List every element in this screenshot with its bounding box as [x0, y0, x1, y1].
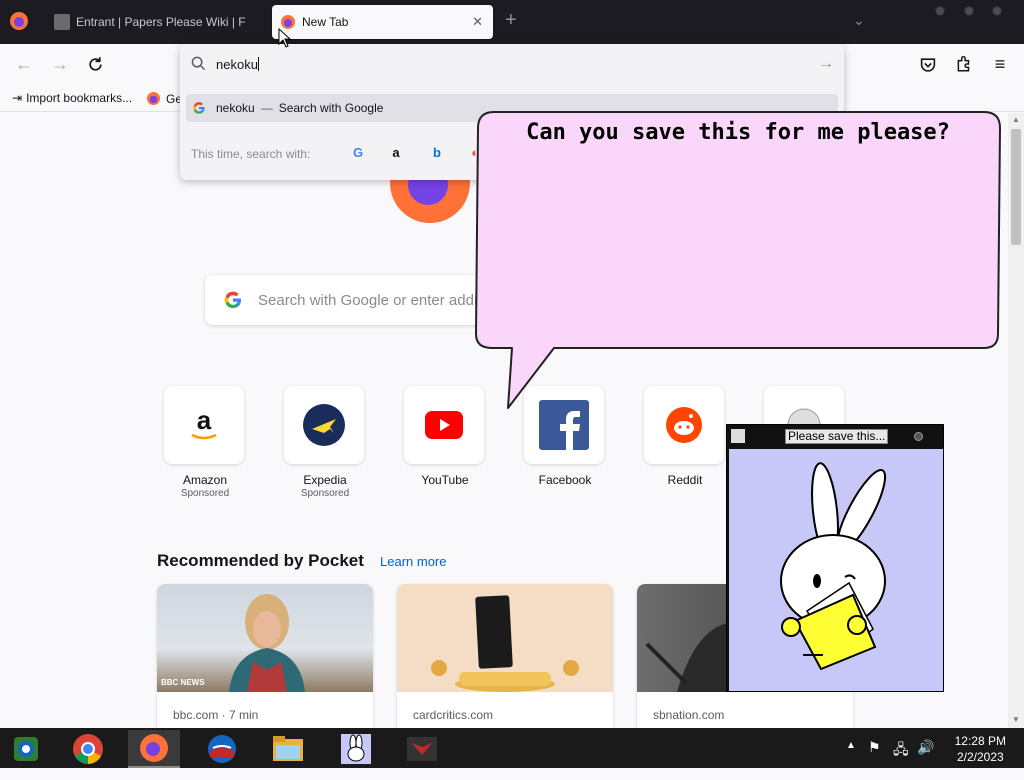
- minimize-window-button[interactable]: [935, 6, 945, 16]
- search-placeholder: Search with Google or enter addr: [258, 292, 479, 309]
- tile-name: Facebook: [538, 473, 592, 487]
- import-bookmarks-item[interactable]: ⇥ Import bookmarks...: [12, 91, 132, 105]
- game-app-icon: [407, 737, 437, 761]
- search-icon: [191, 56, 206, 71]
- pocket-learn-more-link[interactable]: Learn more: [380, 554, 446, 569]
- back-arrow-icon[interactable]: ←: [14, 54, 34, 74]
- forward-arrow-icon[interactable]: →: [50, 54, 70, 74]
- os-taskbar: ▲ ⚑ 🖧 🔊 12:28 PM 2/2/2023: [0, 728, 1024, 768]
- tile-name: Amazon: [182, 473, 228, 487]
- scroll-down-arrow-icon[interactable]: ▼: [1012, 715, 1020, 724]
- pocket-card-source: sbnation.com: [653, 708, 725, 722]
- expedia-logo-icon: [303, 404, 345, 446]
- taskbar-file-manager[interactable]: [262, 730, 314, 768]
- one-off-search-label: This time, search with:: [191, 147, 311, 161]
- desktop-pet-window[interactable]: Please save this...: [726, 424, 944, 692]
- pet-window-body: [729, 449, 943, 691]
- svg-text:a: a: [197, 405, 212, 435]
- bunny-app-icon: [731, 429, 745, 443]
- tile-name: Reddit: [667, 473, 703, 487]
- pocket-card[interactable]: cardcritics.com: [397, 584, 613, 728]
- bookmark-label: Import bookmarks...: [26, 91, 133, 105]
- close-tab-icon[interactable]: ✕: [472, 14, 483, 30]
- chrome-icon: [73, 734, 103, 764]
- close-window-button[interactable]: [992, 6, 1002, 16]
- top-site-expedia[interactable]: Expedia Sponsored: [284, 386, 366, 499]
- tab-title: New Tab: [302, 15, 349, 29]
- tab-title: Entrant | Papers Please Wiki | F: [76, 15, 246, 29]
- hamburger-menu-icon[interactable]: ≡: [990, 54, 1010, 74]
- tile-sponsored-label: Sponsored: [300, 488, 350, 499]
- scrollbar-thumb[interactable]: [1011, 129, 1021, 245]
- url-input[interactable]: nekoku: [216, 57, 259, 72]
- tab-new-tab[interactable]: New Tab ✕: [272, 5, 493, 39]
- pocket-card-image: BBC NEWS: [157, 584, 373, 692]
- google-engine-icon[interactable]: G: [350, 145, 366, 161]
- clock-time: 12:28 PM: [954, 734, 1006, 748]
- youtube-logo-icon: [425, 411, 463, 439]
- bookmark-getting-started[interactable]: Ge: [146, 91, 182, 106]
- pocket-card-source: cardcritics.com: [413, 708, 494, 722]
- pocket-card-image: [397, 584, 613, 692]
- tab-strip: Entrant | Papers Please Wiki | F New Tab…: [0, 0, 1024, 44]
- bing-engine-icon[interactable]: b: [429, 145, 445, 161]
- text-caret: [257, 57, 259, 71]
- clock-date: 2/2/2023: [956, 750, 1004, 764]
- taskbar-chrome[interactable]: [62, 730, 114, 768]
- suggestion-separator: —: [260, 101, 273, 115]
- new-tab-plus-icon[interactable]: +: [505, 10, 517, 30]
- pocket-card-source: bbc.com · 7 min: [173, 708, 259, 722]
- taskbar-bunny-app[interactable]: [330, 730, 382, 768]
- volume-icon[interactable]: 🔊: [917, 739, 934, 779]
- import-icon: ⇥: [12, 91, 23, 105]
- taskbar-game-app[interactable]: [396, 730, 448, 768]
- tab-papers-please[interactable]: Entrant | Papers Please Wiki | F: [44, 5, 266, 39]
- url-input-text: nekoku: [216, 57, 258, 72]
- notification-flag-icon[interactable]: ⚑: [868, 739, 881, 779]
- suggestion-action: Search with Google: [278, 101, 384, 115]
- chromeos-launcher-icon: [14, 737, 38, 761]
- pet-window-title: Please save this...: [785, 429, 889, 444]
- taskbar-firefox[interactable]: [128, 730, 180, 768]
- taskbar-app-globe[interactable]: [196, 730, 248, 768]
- network-icon[interactable]: 🖧: [893, 739, 909, 779]
- list-all-tabs-chevron-icon[interactable]: ⌄: [853, 12, 865, 29]
- papers-please-favicon-icon: [54, 14, 70, 30]
- tile-name: Expedia: [303, 473, 347, 487]
- speech-bubble-shape: [475, 111, 1001, 409]
- taskbar-clock[interactable]: 12:28 PM 2/2/2023: [955, 733, 1006, 765]
- folder-icon: [273, 736, 303, 761]
- firefox-favicon-icon: [146, 91, 161, 106]
- go-arrow-icon[interactable]: →: [818, 55, 834, 73]
- bunny-app-icon: [341, 734, 371, 764]
- top-site-amazon[interactable]: a Amazon Sponsored: [164, 386, 246, 499]
- extensions-puzzle-icon[interactable]: [955, 55, 973, 73]
- google-icon: [193, 102, 205, 114]
- firefox-menu-icon[interactable]: [8, 10, 30, 32]
- page-scrollbar[interactable]: ▲ ▼: [1008, 113, 1024, 728]
- bunny-holding-folder-image[interactable]: [729, 449, 943, 691]
- pocket-icon[interactable]: [919, 56, 937, 73]
- amazon-engine-icon[interactable]: a: [388, 145, 404, 161]
- tray-overflow-icon[interactable]: ▲: [846, 740, 856, 780]
- speech-bubble: Can you save this for me please?: [474, 108, 1002, 412]
- mouse-cursor-icon: [278, 28, 292, 48]
- suggestion-query: nekoku: [216, 101, 255, 115]
- tile-sponsored-label: Sponsored: [180, 488, 230, 499]
- taskbar-start-button[interactable]: [0, 730, 52, 768]
- pet-window-close-button[interactable]: [914, 432, 923, 441]
- bbc-news-badge: BBC NEWS: [161, 678, 205, 687]
- firefox-icon: [140, 734, 168, 762]
- pocket-card[interactable]: BBC NEWS bbc.com · 7 min: [157, 584, 373, 728]
- amazon-logo-icon: a: [191, 405, 217, 440]
- reload-icon[interactable]: [87, 56, 104, 73]
- scroll-up-arrow-icon[interactable]: ▲: [1012, 115, 1020, 124]
- pocket-heading: Recommended by Pocket: [157, 551, 364, 570]
- maximize-window-button[interactable]: [964, 6, 974, 16]
- globe-app-icon: [208, 735, 236, 763]
- tile-name: YouTube: [421, 473, 469, 487]
- google-icon: [224, 291, 241, 309]
- speech-bubble-text: Can you save this for me please?: [526, 120, 950, 145]
- url-bar[interactable]: nekoku →: [180, 44, 844, 86]
